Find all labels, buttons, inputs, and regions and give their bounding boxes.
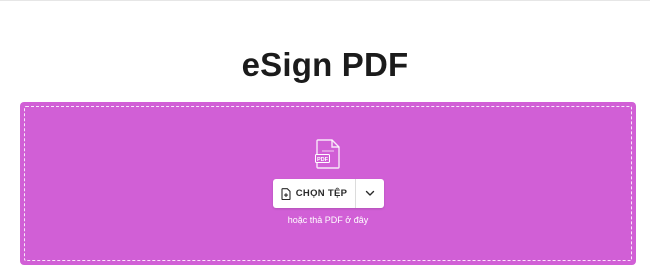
choose-file-label: CHỌN TỆP	[295, 188, 348, 199]
choose-file-button[interactable]: CHỌN TỆP	[273, 179, 355, 208]
choose-file-button-group: CHỌN TỆP	[273, 179, 384, 208]
pdf-file-icon-label: PDF	[317, 157, 329, 163]
file-dropzone[interactable]: PDF CHỌN TỆP hoặc thả PDF ở đây	[20, 102, 636, 265]
page-title: eSign PDF	[241, 46, 409, 83]
drop-hint-text: hoặc thả PDF ở đây	[287, 215, 369, 225]
chevron-down-icon	[365, 190, 375, 196]
pdf-file-icon: PDF	[315, 139, 340, 169]
add-file-icon	[281, 187, 291, 200]
more-sources-dropdown-button[interactable]	[356, 179, 384, 208]
top-border	[0, 0, 650, 1]
